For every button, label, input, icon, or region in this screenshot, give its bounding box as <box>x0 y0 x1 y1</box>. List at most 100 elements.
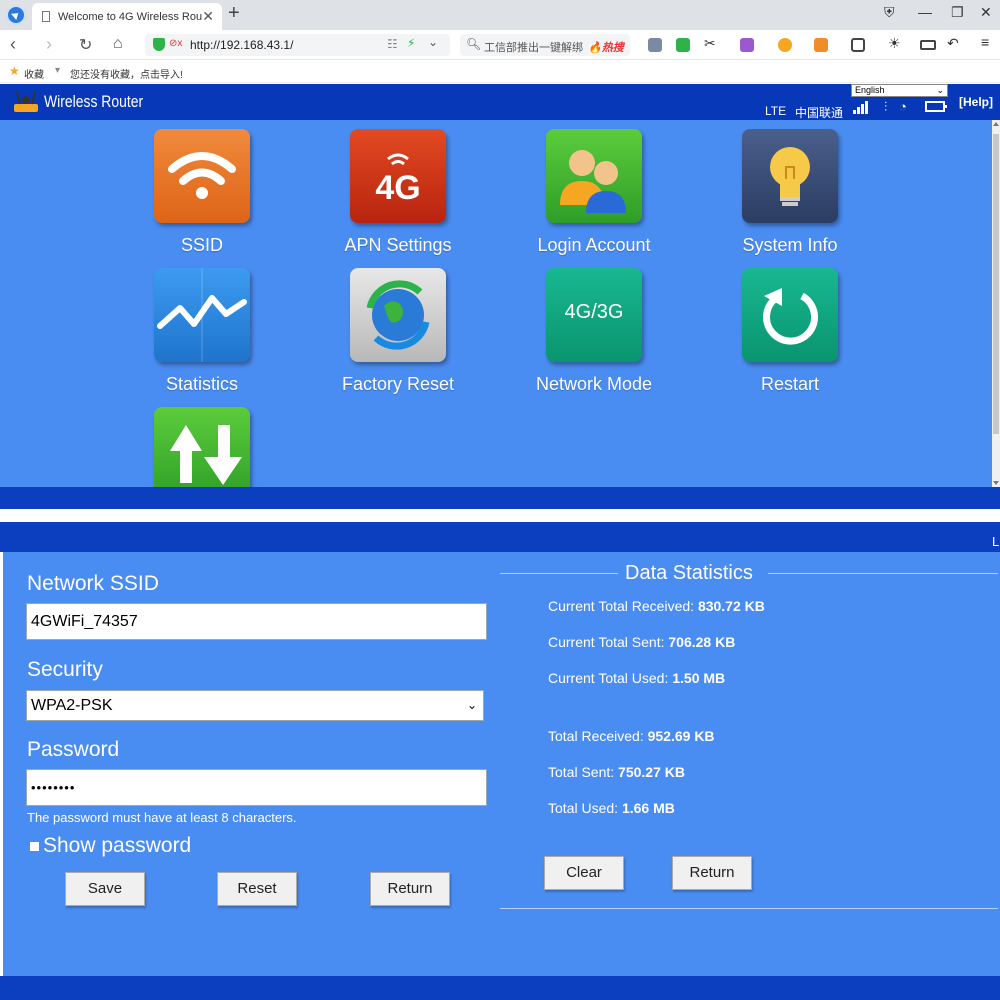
undo-icon[interactable]: ↶ <box>947 35 961 51</box>
chevron-down-icon[interactable]: ⌄ <box>428 35 438 49</box>
bookmarks-import-link[interactable]: 您还没有收藏，点击导入! <box>70 66 183 81</box>
header-band-text: L <box>992 534 1000 549</box>
footer-band <box>0 976 1000 1000</box>
password-input[interactable]: •••••••• <box>26 769 487 806</box>
star-icon: ★ <box>9 64 20 78</box>
translate-icon[interactable] <box>740 38 754 52</box>
battery-saver-icon[interactable] <box>920 40 936 50</box>
scroll-up-icon[interactable] <box>993 122 999 126</box>
divider-band <box>0 487 1000 509</box>
signal-icon <box>853 100 871 114</box>
tile-label: Factory Reset <box>341 374 455 394</box>
shirt-icon[interactable]: ⛨ <box>884 4 895 21</box>
close-window-icon[interactable]: ✕ <box>980 4 992 21</box>
book-icon[interactable] <box>676 38 690 52</box>
password-label: Password <box>27 738 120 761</box>
home-icon[interactable]: ⌂ <box>113 35 123 53</box>
forward-icon[interactable]: › <box>46 34 52 55</box>
menu-icon[interactable]: ≡ <box>981 34 995 50</box>
stat-value: 952.69 KB <box>647 728 715 744</box>
search-suggestion: 工信部推出一键解绑 <box>484 42 583 54</box>
stats-title: Data Statistics <box>625 562 753 584</box>
ssid-label: Network SSID <box>27 572 159 595</box>
browser-tab[interactable]: Welcome to 4G Wireless Rou ✕ <box>32 3 222 30</box>
apps-grid-icon[interactable] <box>851 38 865 52</box>
chevron-down-icon: ⌄ <box>936 85 944 95</box>
4g-icon: 4G <box>350 129 446 223</box>
search-box[interactable]: 🔍︎ 工信部推出一键解绑 🔥热搜 <box>460 34 630 56</box>
settings-panel: Network SSID 4GWiFi_74357 Security WPA2-… <box>0 552 1000 976</box>
url-text[interactable]: http://192.168.43.1/ <box>190 38 293 52</box>
back-icon[interactable]: ‹ <box>10 34 16 55</box>
tile-label: SSID <box>180 235 223 255</box>
stat-total-sent: Total Sent: 750.27 KB <box>548 764 685 780</box>
stats-rule-right <box>768 573 998 574</box>
header-band <box>0 522 1000 552</box>
security-value: WPA2-PSK <box>31 697 113 714</box>
bookmarks-dropdown-icon[interactable]: ▾ <box>55 65 60 76</box>
qr-code-icon[interactable]: ☷ <box>387 37 398 51</box>
wifi-icon <box>154 129 250 223</box>
password-hint: The password must have at least 8 charac… <box>27 810 297 825</box>
address-bar[interactable]: ⊘x http://192.168.43.1/ ☷ ⚡ ⌄ <box>145 34 450 56</box>
scissors-icon[interactable]: ✂ <box>704 35 718 51</box>
new-tab-button[interactable]: + <box>228 2 240 25</box>
security-select[interactable]: WPA2-PSK ⌄ <box>26 690 484 721</box>
security-label: Security <box>27 658 103 681</box>
minimize-icon[interactable]: — <box>918 4 932 20</box>
tab-close-icon[interactable]: ✕ <box>202 8 214 25</box>
stats-return-button[interactable]: Return <box>672 856 752 890</box>
show-password-toggle[interactable]: Show password <box>30 834 191 858</box>
scroll-thumb[interactable] <box>993 134 999 434</box>
browser-navbar: ‹ › ↻ ⌂ ⊘x http://192.168.43.1/ ☷ ⚡ ⌄ 🔍︎… <box>0 30 1000 60</box>
checkbox[interactable] <box>30 841 39 851</box>
tile-label: Login Account <box>537 235 651 255</box>
browser-logo-icon[interactable] <box>6 5 26 25</box>
stat-total-received: Total Received: 952.69 KB <box>548 728 715 744</box>
tile-label: Network Mode <box>535 374 653 394</box>
sim-icon: ⫶ <box>884 99 888 114</box>
network-type: LTE <box>765 104 787 118</box>
tile-label: Restart <box>760 374 820 394</box>
clear-button[interactable]: Clear <box>544 856 624 890</box>
search-icon: 🔍︎ <box>466 37 482 51</box>
shield-icon <box>153 38 165 51</box>
restore-icon[interactable]: ❐ <box>951 4 964 21</box>
stat-value: 750.27 KB <box>618 764 685 780</box>
network-mode-icon-text: 4G/3G <box>564 301 624 323</box>
router-header: Wireless Router English ⌄ LTE 中国联通 ⫶ ◔ [… <box>0 84 1000 120</box>
separator <box>0 509 1000 522</box>
battery-icon <box>925 101 947 112</box>
vertical-scrollbar[interactable] <box>992 120 1000 487</box>
shield-plugin-icon[interactable] <box>778 38 792 52</box>
bookmarks-button[interactable]: 收藏 <box>24 66 44 81</box>
network-mode-icon: 4G/3G <box>546 268 642 362</box>
language-select[interactable]: English ⌄ <box>851 84 948 97</box>
hot-search-badge: 🔥热搜 <box>588 42 624 54</box>
router-title: Wireless Router <box>44 92 144 111</box>
return-button[interactable]: Return <box>370 872 450 906</box>
stat-value: 1.50 MB <box>672 670 726 686</box>
brightness-icon[interactable]: ☀ <box>888 35 902 51</box>
stat-value: 830.72 KB <box>697 598 765 614</box>
chevron-down-icon: ⌄ <box>466 698 477 712</box>
tile-label: System Info <box>742 235 838 255</box>
lightbulb-icon <box>742 129 838 223</box>
users-icon <box>546 129 642 223</box>
panel-edge <box>0 552 3 976</box>
save-button[interactable]: Save <box>65 872 145 906</box>
insecure-icon: ⊘x <box>169 38 183 49</box>
reload-icon[interactable]: ↻ <box>79 35 92 55</box>
tile-label: Statistics <box>165 374 239 394</box>
ssid-input[interactable]: 4GWiFi_74357 <box>26 603 487 640</box>
scroll-down-icon[interactable] <box>993 481 999 485</box>
reset-button[interactable]: Reset <box>217 872 297 906</box>
svg-text:4G: 4G <box>375 169 420 207</box>
lightning-icon[interactable]: ⚡ <box>407 36 415 50</box>
carrier-name: 中国联通 <box>795 106 844 120</box>
stat-current-used: Current Total Used: 1.50 MB <box>548 670 726 686</box>
game-icon[interactable] <box>814 38 828 52</box>
tile-label: APN Settings <box>344 235 452 255</box>
help-link[interactable]: [Help] <box>959 95 993 109</box>
screenshot-icon[interactable] <box>648 38 662 52</box>
